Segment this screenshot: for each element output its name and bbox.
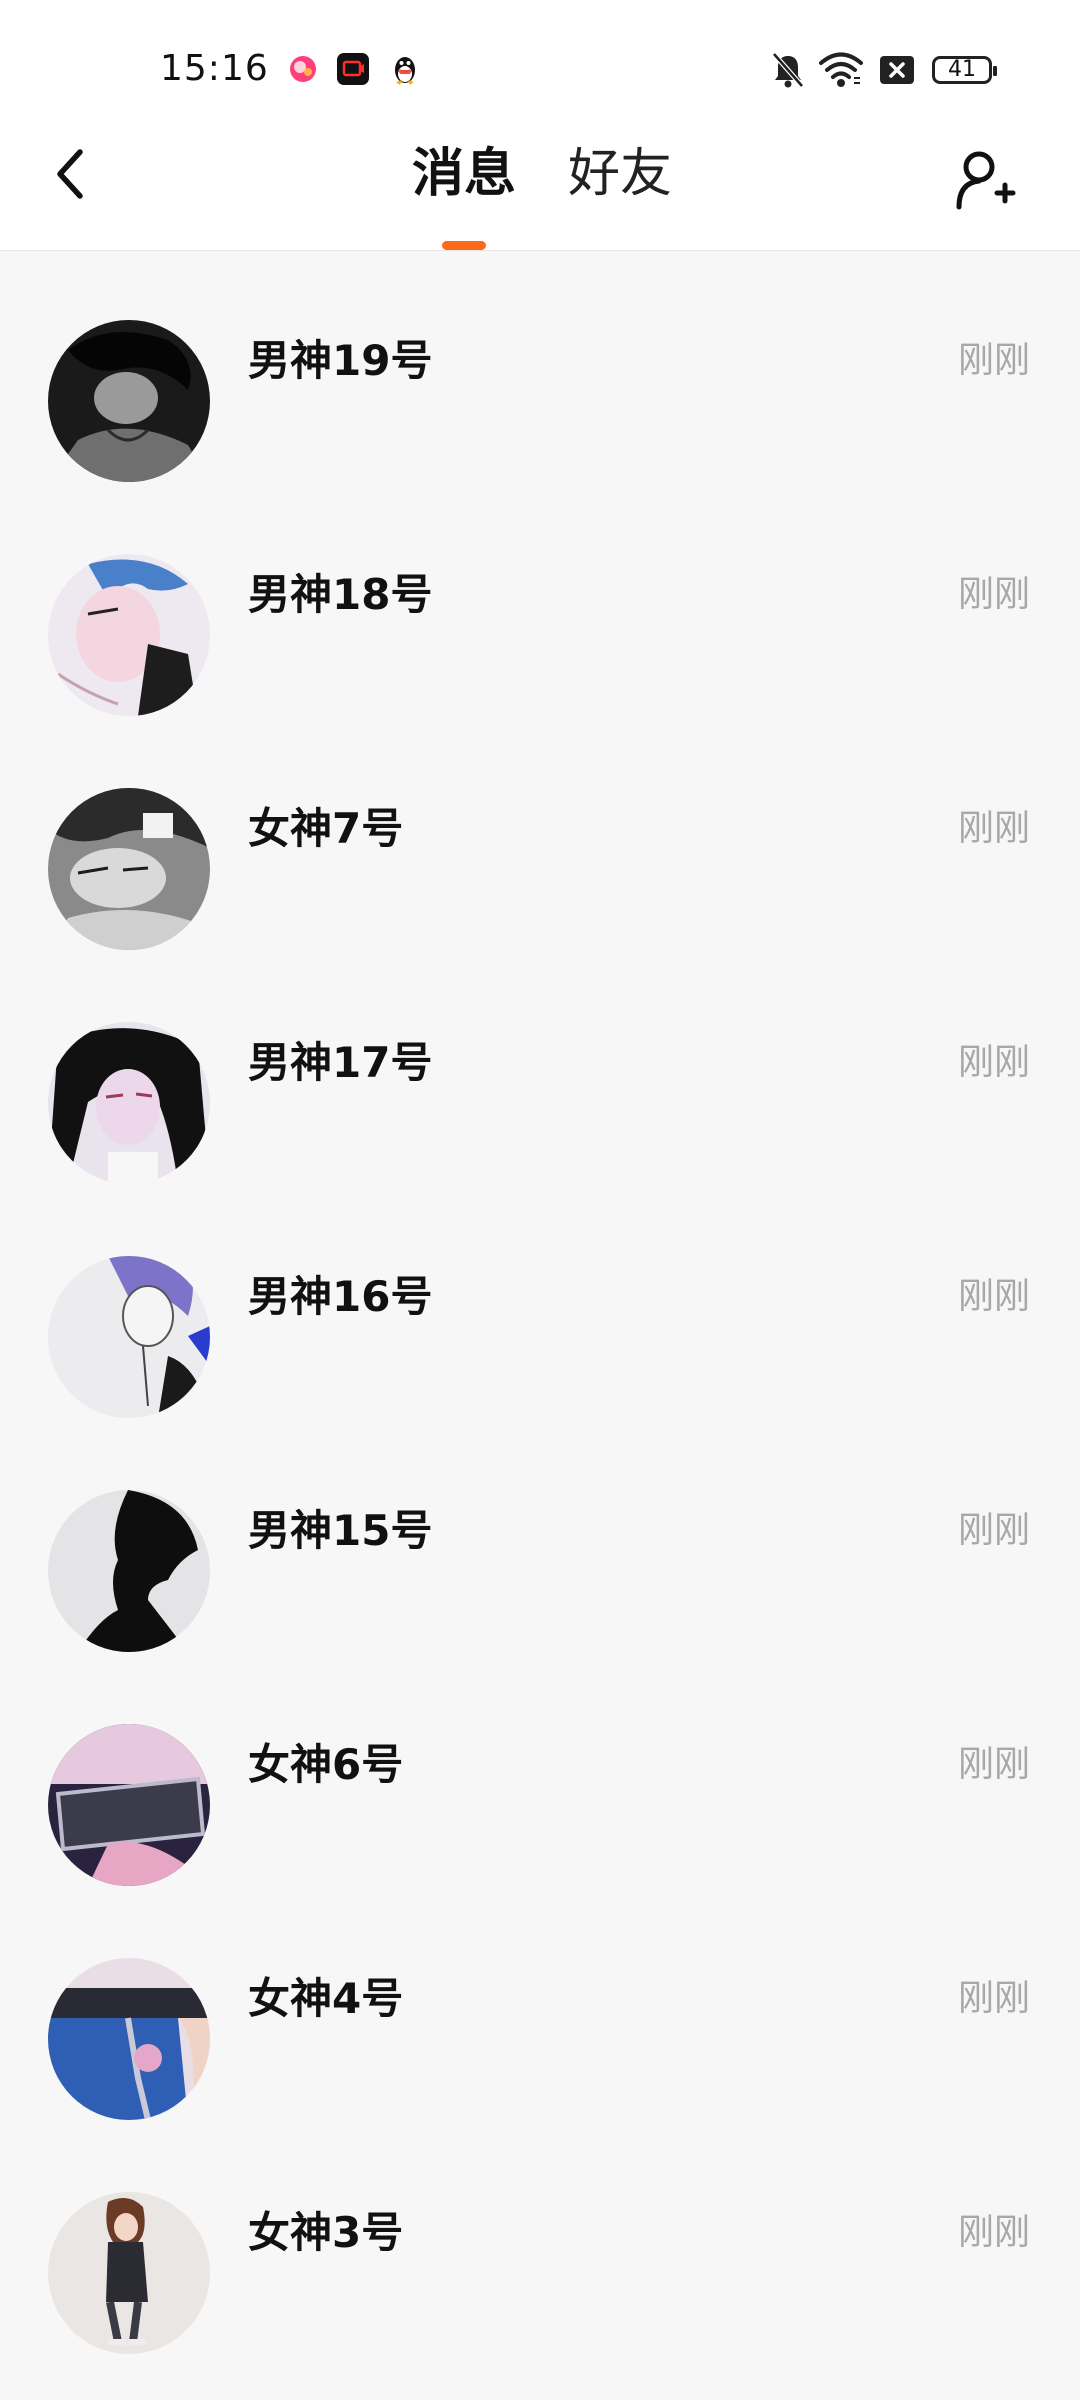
status-time: 15:16 [160,48,269,89]
message-time: 刚刚 [957,2212,1030,2253]
chevron-left-icon [57,149,83,199]
add-user-icon [956,151,1016,210]
video-app-icon [337,53,369,85]
avatar[interactable] [48,2192,210,2354]
contact-name: 男神18号 [248,570,433,619]
message-time: 刚刚 [957,574,1030,615]
conversation-item[interactable]: 男神17号 刚刚 [0,952,1080,1186]
message-time: 刚刚 [957,340,1030,381]
avatar[interactable] [48,320,210,482]
contact-name: 男神15号 [248,1506,433,1555]
nav-bar: 消息 好友 [0,120,1080,250]
conversation-item[interactable]: 女神4号 刚刚 [0,1888,1080,2122]
message-time: 刚刚 [957,1744,1030,1785]
avatar[interactable] [48,1958,210,2120]
conversation-list: 男神19号 刚刚 男神18号 刚刚 女神7号 刚刚 男神17号 刚刚 男神16号… [0,250,1080,2356]
contact-name: 男神16号 [248,1272,433,1321]
message-time: 刚刚 [957,1978,1030,2019]
avatar[interactable] [48,788,210,950]
contact-name: 男神19号 [248,336,433,385]
message-time: 刚刚 [957,808,1030,849]
contact-name: 男神17号 [248,1038,433,1087]
status-bar: 15:16 41 [0,0,1080,120]
conversation-item[interactable]: 女神6号 刚刚 [0,1654,1080,1888]
avatar[interactable] [48,1490,210,1652]
message-time: 刚刚 [957,1276,1030,1317]
avatar[interactable] [48,1256,210,1418]
conversation-item[interactable]: 男神15号 刚刚 [0,1420,1080,1654]
contact-name: 女神6号 [248,1740,404,1789]
conversation-item[interactable]: 男神19号 刚刚 [0,250,1080,484]
mute-bell-icon [772,52,804,88]
avatar[interactable] [48,1724,210,1886]
active-tab-indicator [442,241,486,250]
avatar[interactable] [48,1022,210,1184]
contact-name: 女神3号 [248,2208,404,2257]
sim-x-icon [880,56,914,84]
qq-penguin-icon [395,57,415,85]
wifi-icon [819,52,863,87]
back-button[interactable] [40,144,100,204]
message-time: 刚刚 [957,1510,1030,1551]
tab-friends[interactable]: 好友 [568,142,672,206]
tab-messages[interactable]: 消息 [412,142,516,206]
battery-icon: 41 [932,56,997,84]
contact-name: 女神4号 [248,1974,404,2023]
header: 15:16 41 消息 好友 [0,0,1080,251]
app-notification-icon [290,56,316,82]
conversation-item[interactable]: 女神7号 刚刚 [0,718,1080,952]
conversation-item[interactable]: 男神16号 刚刚 [0,1186,1080,1420]
conversation-item[interactable]: 男神18号 刚刚 [0,484,1080,718]
message-time: 刚刚 [957,1042,1030,1083]
add-friend-button[interactable] [950,144,1020,214]
contact-name: 女神7号 [248,804,404,853]
avatar[interactable] [48,554,210,716]
conversation-item[interactable]: 女神3号 刚刚 [0,2122,1080,2356]
